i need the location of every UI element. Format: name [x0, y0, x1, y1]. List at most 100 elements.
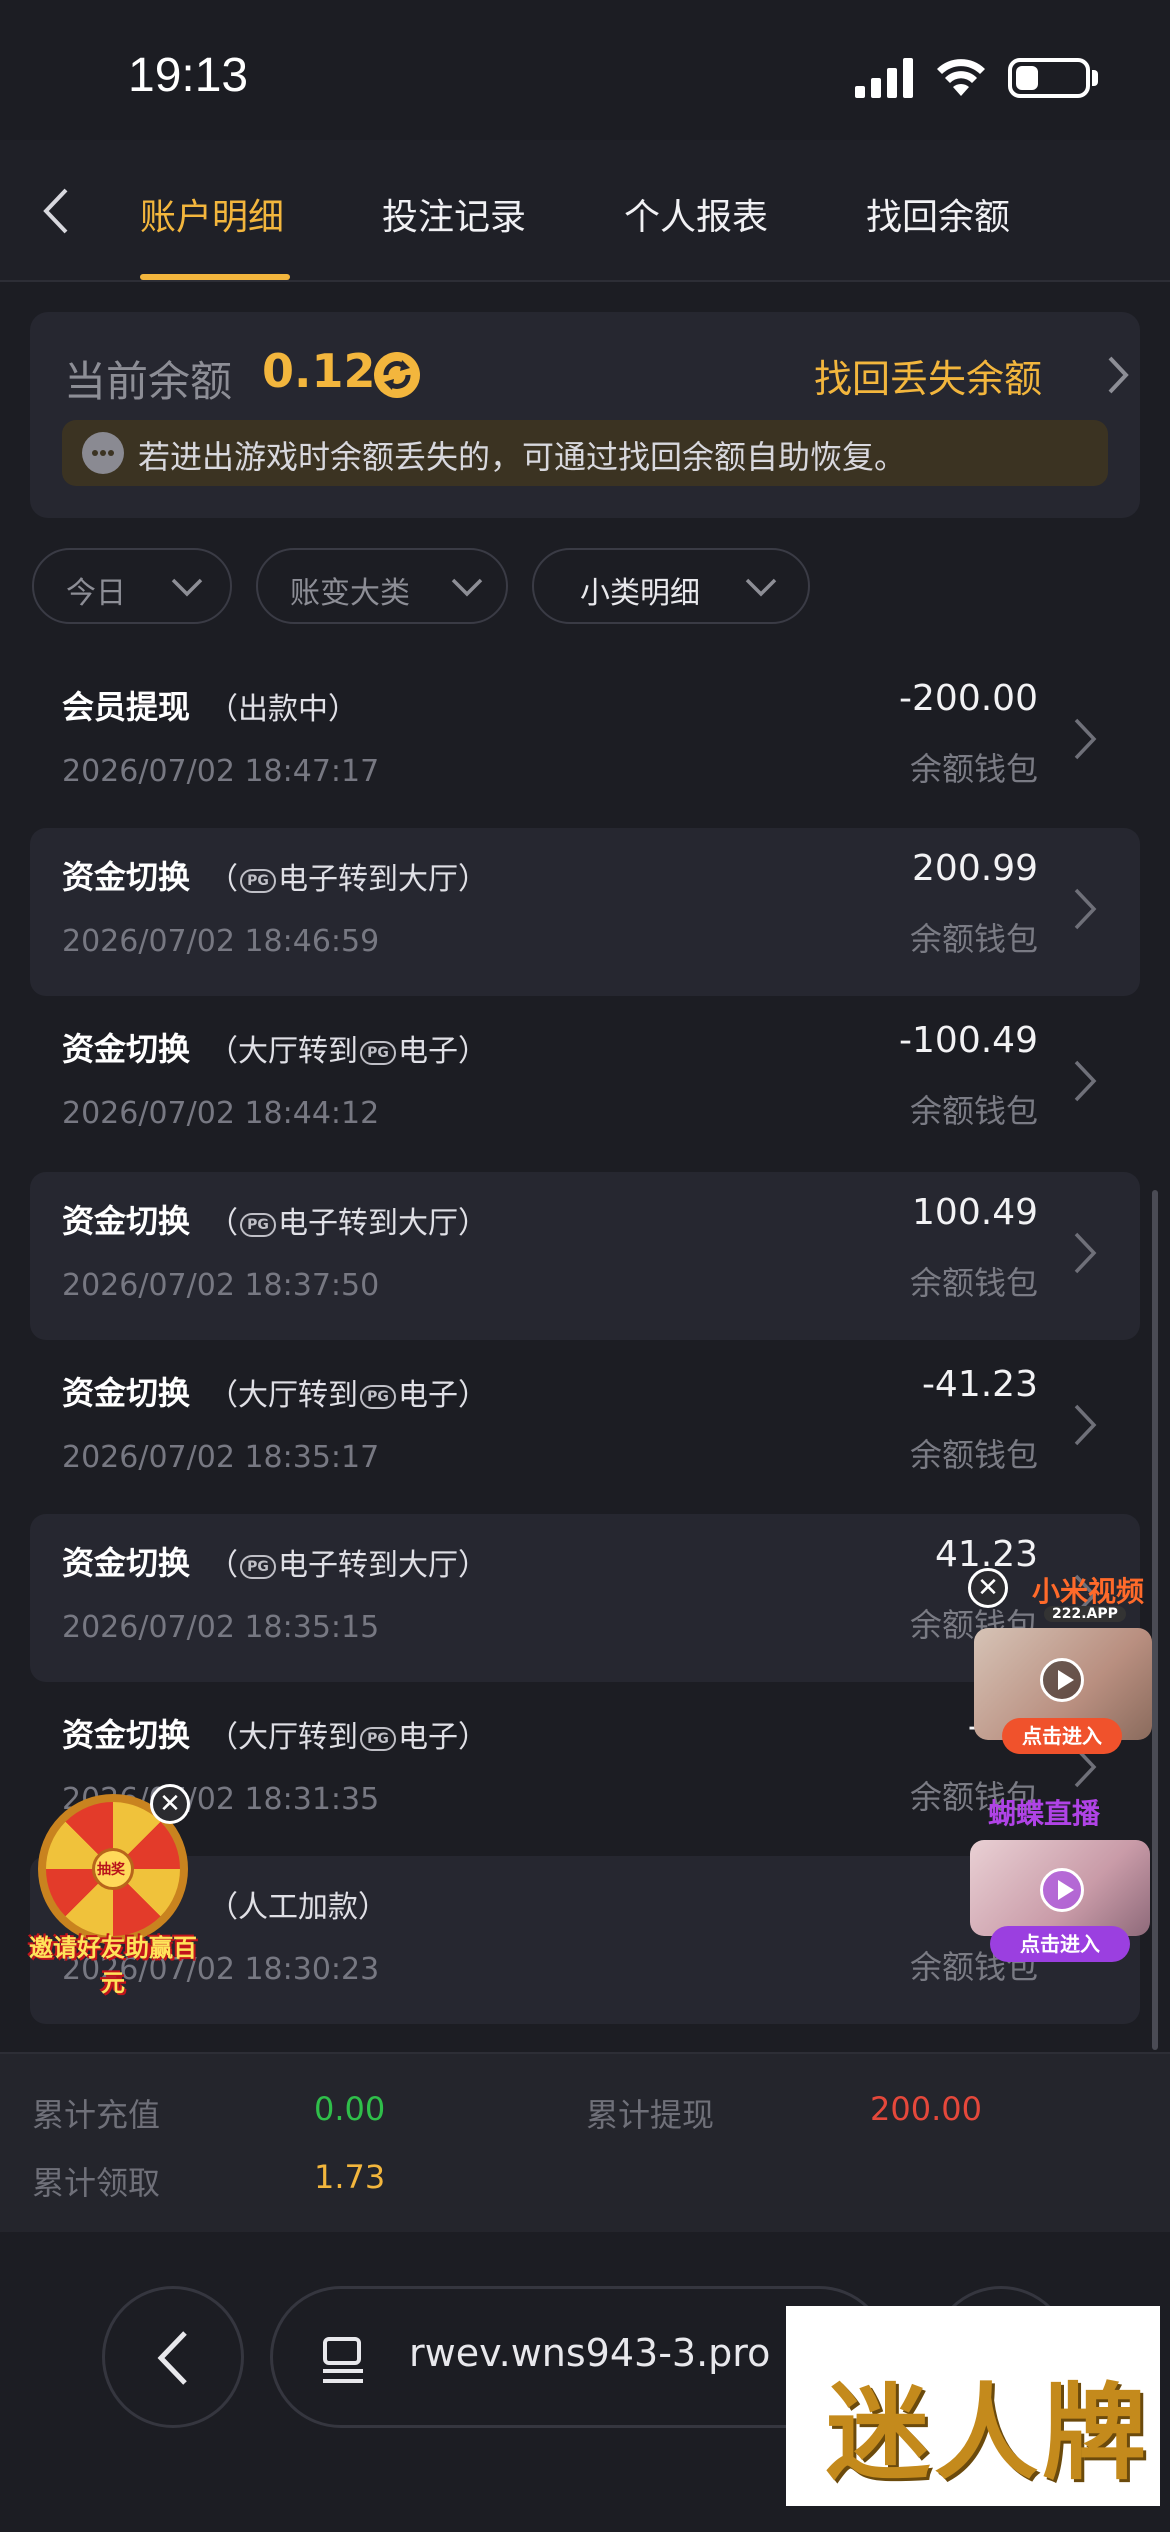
filter-main-category-label: 账变大类 [290, 576, 410, 611]
balance-notice: 若进出游戏时余额丢失的，可通过找回余额自助恢复。 [62, 420, 1108, 486]
record-amount: 100.49 [912, 1192, 1038, 1233]
pg-logo-icon: PG [360, 1040, 396, 1065]
chat-bubble-icon [82, 432, 124, 474]
pg-logo-icon: PG [360, 1384, 396, 1409]
play-icon [1040, 1868, 1084, 1912]
battery-tip [1092, 70, 1098, 86]
record-date: 2026/07/02 18:46:59 [62, 924, 380, 959]
page-menu-icon[interactable] [321, 2335, 365, 2385]
browser-back-button[interactable] [102, 2286, 244, 2428]
record-title: 资金切换 [62, 1202, 191, 1240]
chevron-down-icon [745, 578, 777, 597]
logo-text: 迷人牌 [826, 2371, 1151, 2494]
watermark-logo: 迷人牌 [786, 2306, 1160, 2506]
filter-sub-category-label: 小类明细 [580, 576, 700, 611]
filter-date-label: 今日 [66, 576, 126, 611]
ad-brand-text: 小米视频 [1032, 1575, 1145, 1608]
cellular-signal-icon [855, 58, 913, 98]
record-row[interactable]: 会员提现 （出款中） 2026/07/02 18:47:17 -200.00 余… [30, 658, 1140, 826]
pg-logo-icon: PG [240, 868, 276, 893]
record-detail: （PG 电子转到大厅） [208, 862, 488, 897]
record-date: 2026/07/02 18:35:15 [62, 1610, 380, 1645]
balance-value: 0.12 [262, 344, 376, 398]
record-amount: -200.00 [899, 678, 1038, 719]
tab-recover-balance[interactable]: 找回余额 [866, 188, 1010, 240]
notice-text: 若进出游戏时余额丢失的，可通过找回余额自助恢复。 [138, 438, 907, 476]
tab-account-details[interactable]: 账户明细 [140, 188, 284, 240]
total-claim-label: 累计领取 [32, 2164, 161, 2202]
record-wallet: 余额钱包 [909, 1436, 1038, 1474]
chevron-right-icon [1074, 1232, 1097, 1274]
ad-enter-button[interactable]: 点击进入 [1002, 1718, 1122, 1754]
record-date: 2026/07/02 18:47:17 [62, 754, 380, 789]
ad-enter-button[interactable]: 点击进入 [990, 1926, 1130, 1962]
chevron-right-icon [1074, 1060, 1097, 1102]
filter-date[interactable]: 今日 [32, 548, 232, 624]
chevron-right-icon [1074, 1404, 1097, 1446]
record-detail: （大厅转到 PG 电子） [208, 1034, 488, 1069]
ad-close-icon[interactable]: ✕ [968, 1568, 1008, 1608]
record-title: 会员提现 [62, 688, 191, 726]
record-wallet: 余额钱包 [909, 750, 1038, 788]
record-amount: -41.23 [921, 1364, 1038, 1405]
balance-label: 当前余额 [64, 357, 233, 406]
record-title: 资金切换 [62, 1716, 191, 1754]
record-wallet: 余额钱包 [909, 1092, 1038, 1130]
record-date: 2026/07/02 18:35:17 [62, 1440, 380, 1475]
record-row[interactable]: 资金切换 （大厅转到 PG 电子） 2026/07/02 18:35:17 -41.… [30, 1344, 1140, 1512]
record-title: 资金切换 [62, 1544, 191, 1582]
total-withdraw-label: 累计提现 [586, 2096, 715, 2134]
chevron-down-icon [171, 578, 203, 597]
floating-ad-video[interactable]: ✕ 小米视频 222.APP 点击进入 [966, 1566, 1156, 1756]
active-tab-indicator [140, 274, 290, 280]
filter-sub-category[interactable]: 小类明细 [532, 548, 810, 624]
record-detail: （大厅转到 PG 电子） [208, 1378, 488, 1413]
ad-close-icon[interactable]: ✕ [150, 1784, 190, 1824]
record-detail: （PG 电子转到大厅） [208, 1206, 488, 1241]
record-row[interactable]: 资金切换 （PG 电子转到大厅） 2026/07/02 18:46:59 200.… [30, 828, 1140, 996]
status-time: 19:13 [128, 49, 249, 102]
totals-panel: 累计充值 0.00 累计提现 200.00 累计领取 1.73 [0, 2052, 1170, 2232]
chevron-right-icon[interactable] [1104, 354, 1132, 396]
lucky-wheel-ad[interactable]: 抽奖 ✕ 邀请好友助赢百元 [18, 1784, 208, 1997]
pg-logo-icon: PG [240, 1212, 276, 1237]
ad-sub-text: 222.APP [1044, 1606, 1126, 1622]
pg-logo-icon: PG [360, 1726, 396, 1751]
back-arrow-icon[interactable] [28, 176, 88, 246]
record-wallet: 余额钱包 [909, 920, 1038, 958]
chevron-right-icon [1074, 888, 1097, 930]
refresh-icon[interactable] [372, 350, 422, 400]
wifi-icon [937, 59, 985, 96]
total-withdraw-value: 200.00 [870, 2090, 982, 2128]
record-detail: （PG 电子转到大厅） [208, 1548, 488, 1583]
record-detail: （人工加款） [208, 1890, 388, 1925]
total-recharge-value: 0.00 [314, 2090, 386, 2128]
chevron-left-icon [157, 2331, 187, 2385]
chevron-right-icon [1074, 718, 1097, 760]
record-amount: -100.49 [899, 1020, 1038, 1061]
record-date: 2026/07/02 18:37:50 [62, 1268, 380, 1303]
find-lost-balance-link[interactable]: 找回丢失余额 [814, 348, 1042, 403]
chevron-down-icon [451, 578, 483, 597]
record-title: 资金切换 [62, 1374, 191, 1412]
tab-personal-report[interactable]: 个人报表 [624, 188, 768, 240]
floating-ad-live[interactable]: 蝴蝶直播 点击进入 [966, 1788, 1156, 1968]
top-nav: 账户明细 投注记录 个人报表 找回余额 [0, 140, 1170, 282]
record-date: 2026/07/02 18:44:12 [62, 1096, 380, 1131]
wheel-center: 抽奖 [92, 1848, 134, 1890]
tab-bet-records[interactable]: 投注记录 [382, 188, 526, 240]
record-wallet: 余额钱包 [909, 1264, 1038, 1302]
pg-logo-icon: PG [240, 1554, 276, 1579]
filter-main-category[interactable]: 账变大类 [256, 548, 508, 624]
record-row[interactable]: 资金切换 （PG 电子转到大厅） 2026/07/02 18:37:50 100.… [30, 1172, 1140, 1340]
record-row[interactable]: 资金切换 （大厅转到 PG 电子） 2026/07/02 18:44:12 -100… [30, 1000, 1140, 1168]
url-text: rwev.wns943-3.pro [409, 2331, 771, 2375]
ad-brand-text: 蝴蝶直播 [988, 1797, 1101, 1830]
wheel-ad-text: 邀请好友助赢百元 [29, 1934, 197, 1997]
play-icon [1040, 1658, 1084, 1702]
record-amount: 200.99 [912, 848, 1038, 889]
balance-card: 当前余额 0.12 找回丢失余额 若进出游戏时余额丢失的，可通过找回余额自助恢复… [30, 312, 1140, 518]
record-detail: （大厅转到 PG 电子） [208, 1720, 488, 1755]
status-bar: 19:13 [0, 0, 1170, 140]
battery-icon [1008, 58, 1090, 98]
